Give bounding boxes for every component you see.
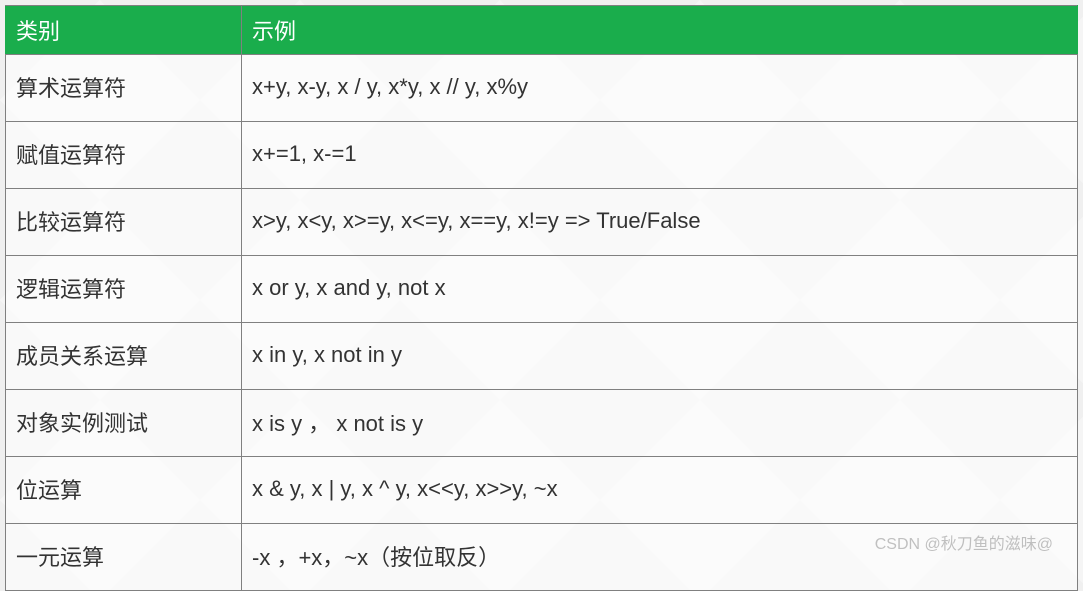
table-row: 成员关系运算 x in y, x not in y — [6, 323, 1078, 390]
table-row: 算术运算符 x+y, x-y, x / y, x*y, x // y, x%y — [6, 55, 1078, 122]
cell-category: 算术运算符 — [6, 55, 242, 122]
cell-example: x in y, x not in y — [242, 323, 1078, 390]
cell-category: 赋值运算符 — [6, 122, 242, 189]
cell-example: x is y ， x not is y — [242, 390, 1078, 457]
cell-category: 成员关系运算 — [6, 323, 242, 390]
cell-category: 比较运算符 — [6, 189, 242, 256]
cell-example: x+=1, x-=1 — [242, 122, 1078, 189]
cell-category: 一元运算 — [6, 524, 242, 591]
table-row: 位运算 x & y, x | y, x ^ y, x<<y, x>>y, ~x — [6, 457, 1078, 524]
cell-category: 逻辑运算符 — [6, 256, 242, 323]
table-row: 对象实例测试 x is y ， x not is y — [6, 390, 1078, 457]
table-row: 逻辑运算符 x or y, x and y, not x — [6, 256, 1078, 323]
table-row: 赋值运算符 x+=1, x-=1 — [6, 122, 1078, 189]
operators-table: 类别 示例 算术运算符 x+y, x-y, x / y, x*y, x // y… — [5, 5, 1078, 591]
cell-category: 对象实例测试 — [6, 390, 242, 457]
header-example: 示例 — [242, 6, 1078, 55]
table-header-row: 类别 示例 — [6, 6, 1078, 55]
cell-example: x or y, x and y, not x — [242, 256, 1078, 323]
cell-example: x+y, x-y, x / y, x*y, x // y, x%y — [242, 55, 1078, 122]
cell-example: -x ，+x，~x（按位取反） — [242, 524, 1078, 591]
cell-example: x>y, x<y, x>=y, x<=y, x==y, x!=y => True… — [242, 189, 1078, 256]
cell-example: x & y, x | y, x ^ y, x<<y, x>>y, ~x — [242, 457, 1078, 524]
header-category: 类别 — [6, 6, 242, 55]
table-row: 比较运算符 x>y, x<y, x>=y, x<=y, x==y, x!=y =… — [6, 189, 1078, 256]
table-row: 一元运算 -x ，+x，~x（按位取反） — [6, 524, 1078, 591]
cell-category: 位运算 — [6, 457, 242, 524]
